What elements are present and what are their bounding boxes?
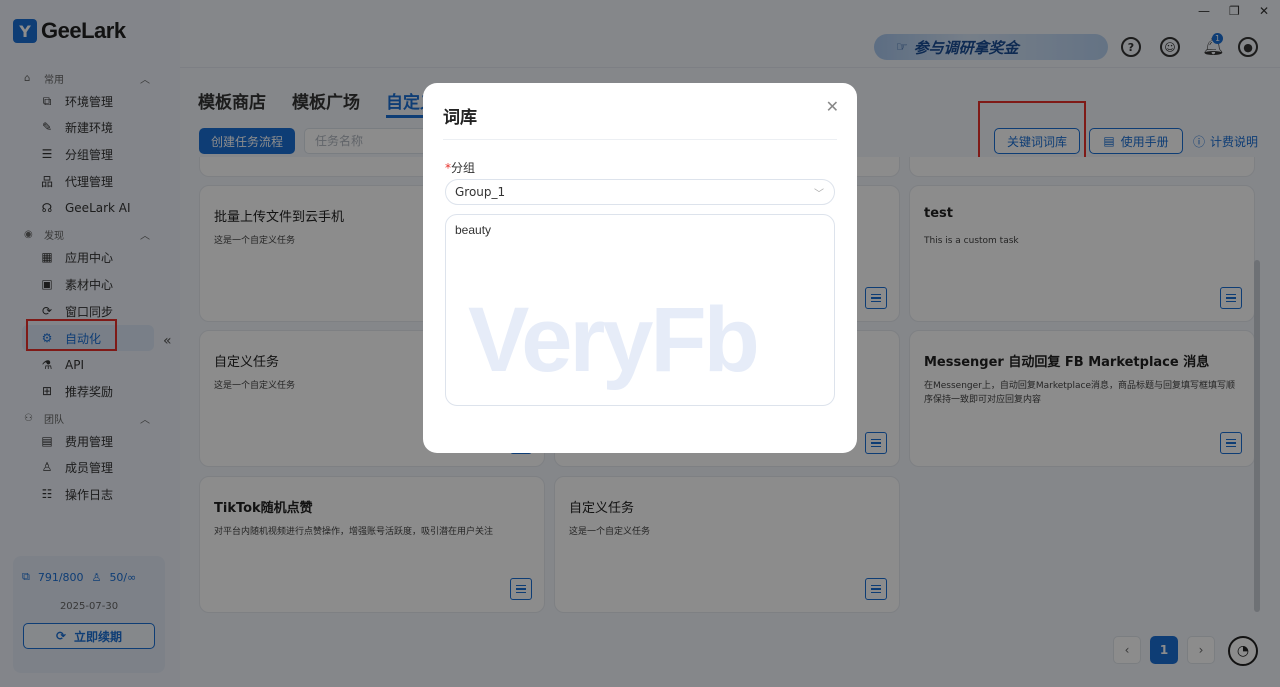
divider xyxy=(443,139,837,140)
close-icon[interactable]: ✕ xyxy=(826,97,839,116)
group-select-value: Group_1 xyxy=(455,185,506,199)
group-field-label: *分组 xyxy=(445,161,476,175)
keyword-library-dialog: 词库 ✕ *分组 Group_1 ﹀ VeryFb beauty xyxy=(423,83,857,453)
dialog-title: 词库 xyxy=(443,108,477,128)
chevron-down-icon: ﹀ xyxy=(814,189,824,200)
group-select[interactable]: Group_1 ﹀ xyxy=(445,179,835,205)
keywords-textarea[interactable]: beauty xyxy=(445,214,835,406)
